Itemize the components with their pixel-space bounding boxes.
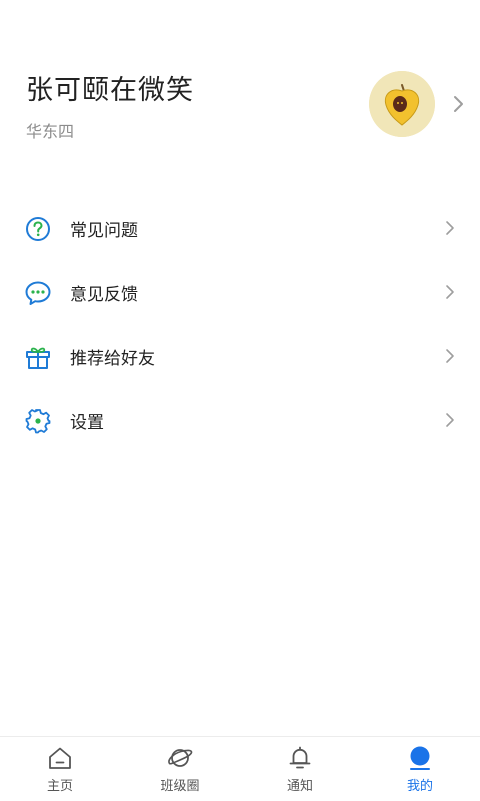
chevron-right-icon <box>454 96 463 112</box>
profile-subtitle: 华东四 <box>26 122 75 141</box>
tab-label: 通知 <box>286 779 313 794</box>
tab-home[interactable]: 主页 <box>0 737 120 801</box>
menu-item-label: 设置 <box>70 413 104 433</box>
menu-item-share[interactable]: 推荐给好友 <box>0 324 480 388</box>
chevron-right-icon <box>446 349 454 363</box>
chevron-right-icon <box>446 413 454 427</box>
gift-icon <box>26 347 50 369</box>
person-icon <box>410 746 430 770</box>
settings-menu: 常见问题 意见反馈 推荐给好友 设置 <box>0 196 480 452</box>
tab-label: 我的 <box>406 779 433 794</box>
chat-bubble-icon <box>25 281 51 305</box>
bottom-tab-bar: 主页 班级圈 通知 我的 <box>0 736 480 801</box>
menu-item-feedback[interactable]: 意见反馈 <box>0 260 480 324</box>
menu-item-faq[interactable]: 常见问题 <box>0 196 480 260</box>
tab-class-circle[interactable]: 班级圈 <box>120 737 240 801</box>
planet-icon <box>168 749 193 767</box>
profile-header[interactable]: 张可颐在微笑 华东四 <box>0 0 480 170</box>
tab-mine[interactable]: 我的 <box>360 737 480 801</box>
menu-item-label: 推荐给好友 <box>70 349 155 369</box>
tab-label: 主页 <box>46 779 73 794</box>
bell-icon <box>289 746 311 769</box>
tab-label: 班级圈 <box>160 779 200 794</box>
gear-icon <box>25 409 51 434</box>
menu-item-label: 意见反馈 <box>70 285 138 305</box>
chevron-right-icon <box>446 285 454 299</box>
chevron-right-icon <box>446 221 454 235</box>
avatar[interactable] <box>369 71 435 137</box>
tab-notifications[interactable]: 通知 <box>240 737 360 801</box>
fruit-avatar-icon <box>369 71 435 137</box>
home-icon <box>49 747 71 769</box>
profile-name: 张可颐在微笑 <box>26 75 194 106</box>
question-circle-icon <box>26 217 50 241</box>
menu-item-label: 常见问题 <box>70 221 138 241</box>
menu-item-settings[interactable]: 设置 <box>0 388 480 452</box>
